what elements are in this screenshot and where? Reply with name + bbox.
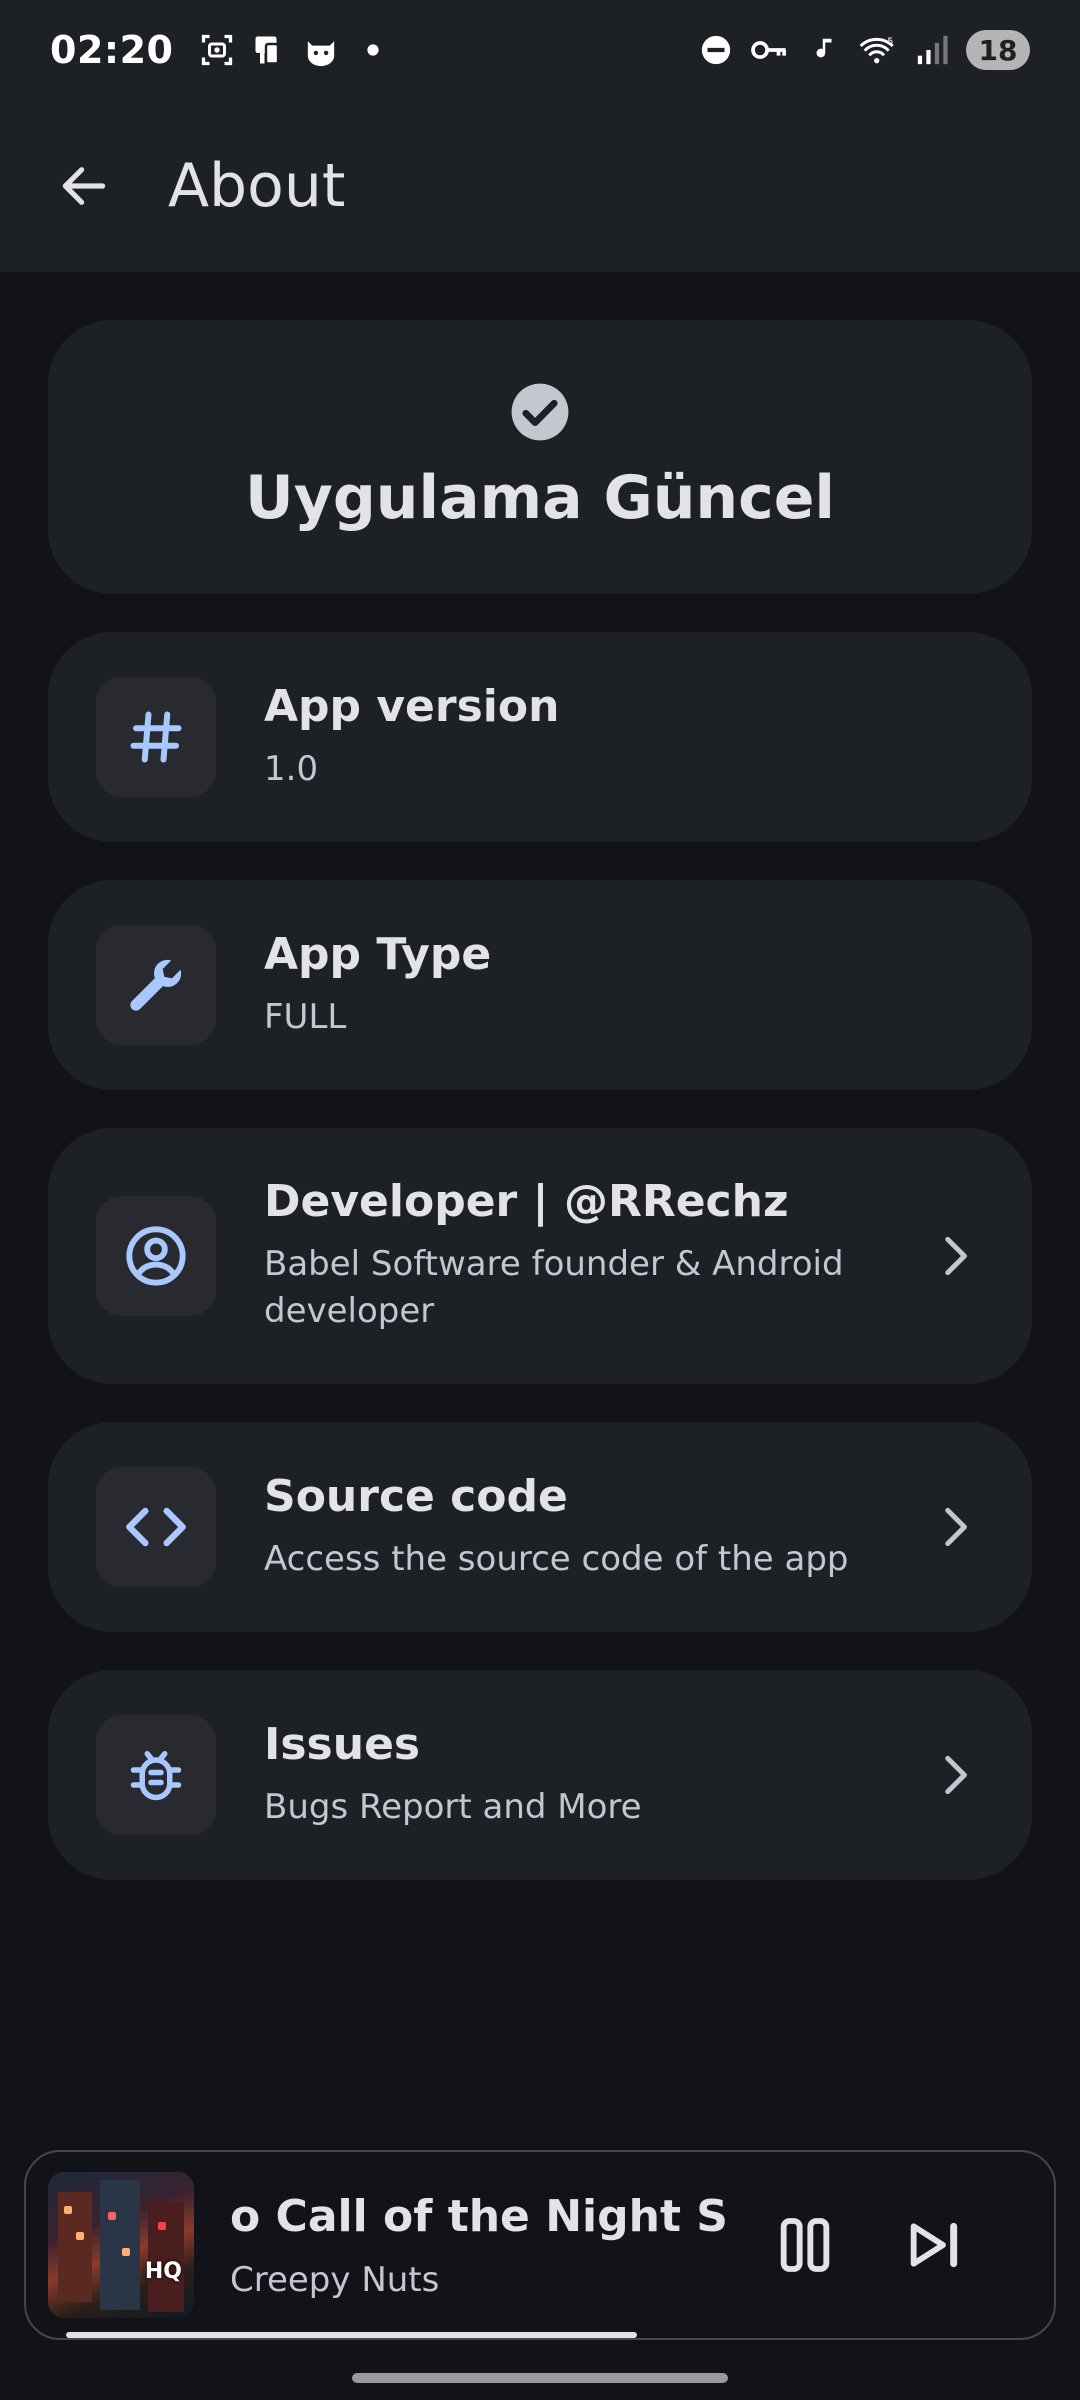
arrow-back-icon [62,167,106,205]
item-subtitle: FULL [264,996,347,1037]
app-version-item[interactable]: App version 1.0 [48,632,1032,842]
item-text: App Type FULL [264,929,984,1041]
chevron-right-icon [924,1226,984,1286]
item-text: App version 1.0 [264,681,984,793]
item-subtitle: Access the source code of the app [264,1538,849,1579]
back-button[interactable] [36,138,132,234]
item-text: Issues Bugs Report and More [264,1719,900,1831]
page-title: About [168,151,346,221]
item-subtitle: Bugs Report and More [264,1786,642,1827]
account-circle-icon [126,1226,186,1286]
app-type-item[interactable]: App Type FULL [48,880,1032,1090]
hq-badge: HQ [144,2259,182,2284]
signal-icon [912,30,952,70]
code-icon [126,1507,186,1547]
music-note-icon [804,30,844,70]
dot-icon [353,30,393,70]
bug-icon [130,1751,182,1801]
item-title: App version [264,680,560,732]
update-status-card: Uygulama Güncel [48,320,1032,594]
update-status-title: Uygulama Güncel [245,463,835,533]
check-circle-icon [511,383,569,441]
about-screen: 02:20 5 18 About Uygulama Güncel App ver… [0,0,1080,2400]
item-title: Source code [264,1470,568,1522]
track-info: o Call of the Night Sea Creepy Nuts [230,2191,730,2300]
mini-player[interactable]: HQ o Call of the Night Sea Creepy Nuts [24,2150,1056,2340]
skip-next-button[interactable] [880,2190,990,2300]
item-subtitle: 1.0 [264,748,319,789]
status-right-icons: 5 18 [696,30,1030,70]
vpn-key-icon [750,30,790,70]
wrench-icon [130,959,182,1011]
chevron-right-icon [924,1745,984,1805]
item-icon-box [96,1196,216,1316]
track-artist: Creepy Nuts [230,2259,440,2300]
status-left-icons [197,30,393,70]
device-icon [249,30,289,70]
cat-app-icon [301,30,341,70]
track-title: o Call of the Night Sea [230,2190,730,2242]
skip-next-icon [910,2222,958,2268]
item-text: Developer | @RRechz Babel Software found… [264,1176,900,1336]
pause-icon [780,2218,830,2272]
status-time: 02:20 [50,28,174,72]
gesture-nav-handle[interactable] [352,2373,728,2383]
chevron-right-icon [924,1497,984,1557]
item-icon-box [96,1467,216,1587]
item-text: Source code Access the source code of th… [264,1471,900,1583]
wifi-icon: 5 [858,30,898,70]
dnd-icon [696,30,736,70]
pause-button[interactable] [750,2190,860,2300]
item-title: Developer | @RRechz [264,1176,789,1227]
item-icon-box [96,1715,216,1835]
issues-item[interactable]: Issues Bugs Report and More [48,1670,1032,1880]
source-code-item[interactable]: Source code Access the source code of th… [48,1422,1032,1632]
item-icon-box [96,677,216,797]
item-icon-box [96,925,216,1045]
developer-item[interactable]: Developer | @RRechz Babel Software found… [48,1128,1032,1384]
item-title: App Type [264,928,492,980]
album-art: HQ [48,2172,194,2318]
status-bar: 02:20 5 18 [0,0,1080,100]
playback-progress[interactable] [66,2332,637,2338]
battery-indicator: 18 [966,30,1030,70]
svg-text:5: 5 [887,37,893,48]
item-title: Issues [264,1718,421,1770]
item-subtitle: Babel Software founder & Android develop… [264,1243,844,1332]
about-content: Uygulama Güncel App version 1.0 App Type… [48,320,1032,1880]
hash-icon [130,711,182,763]
screenshot-icon [197,30,237,70]
top-app-bar: About [0,100,1080,272]
